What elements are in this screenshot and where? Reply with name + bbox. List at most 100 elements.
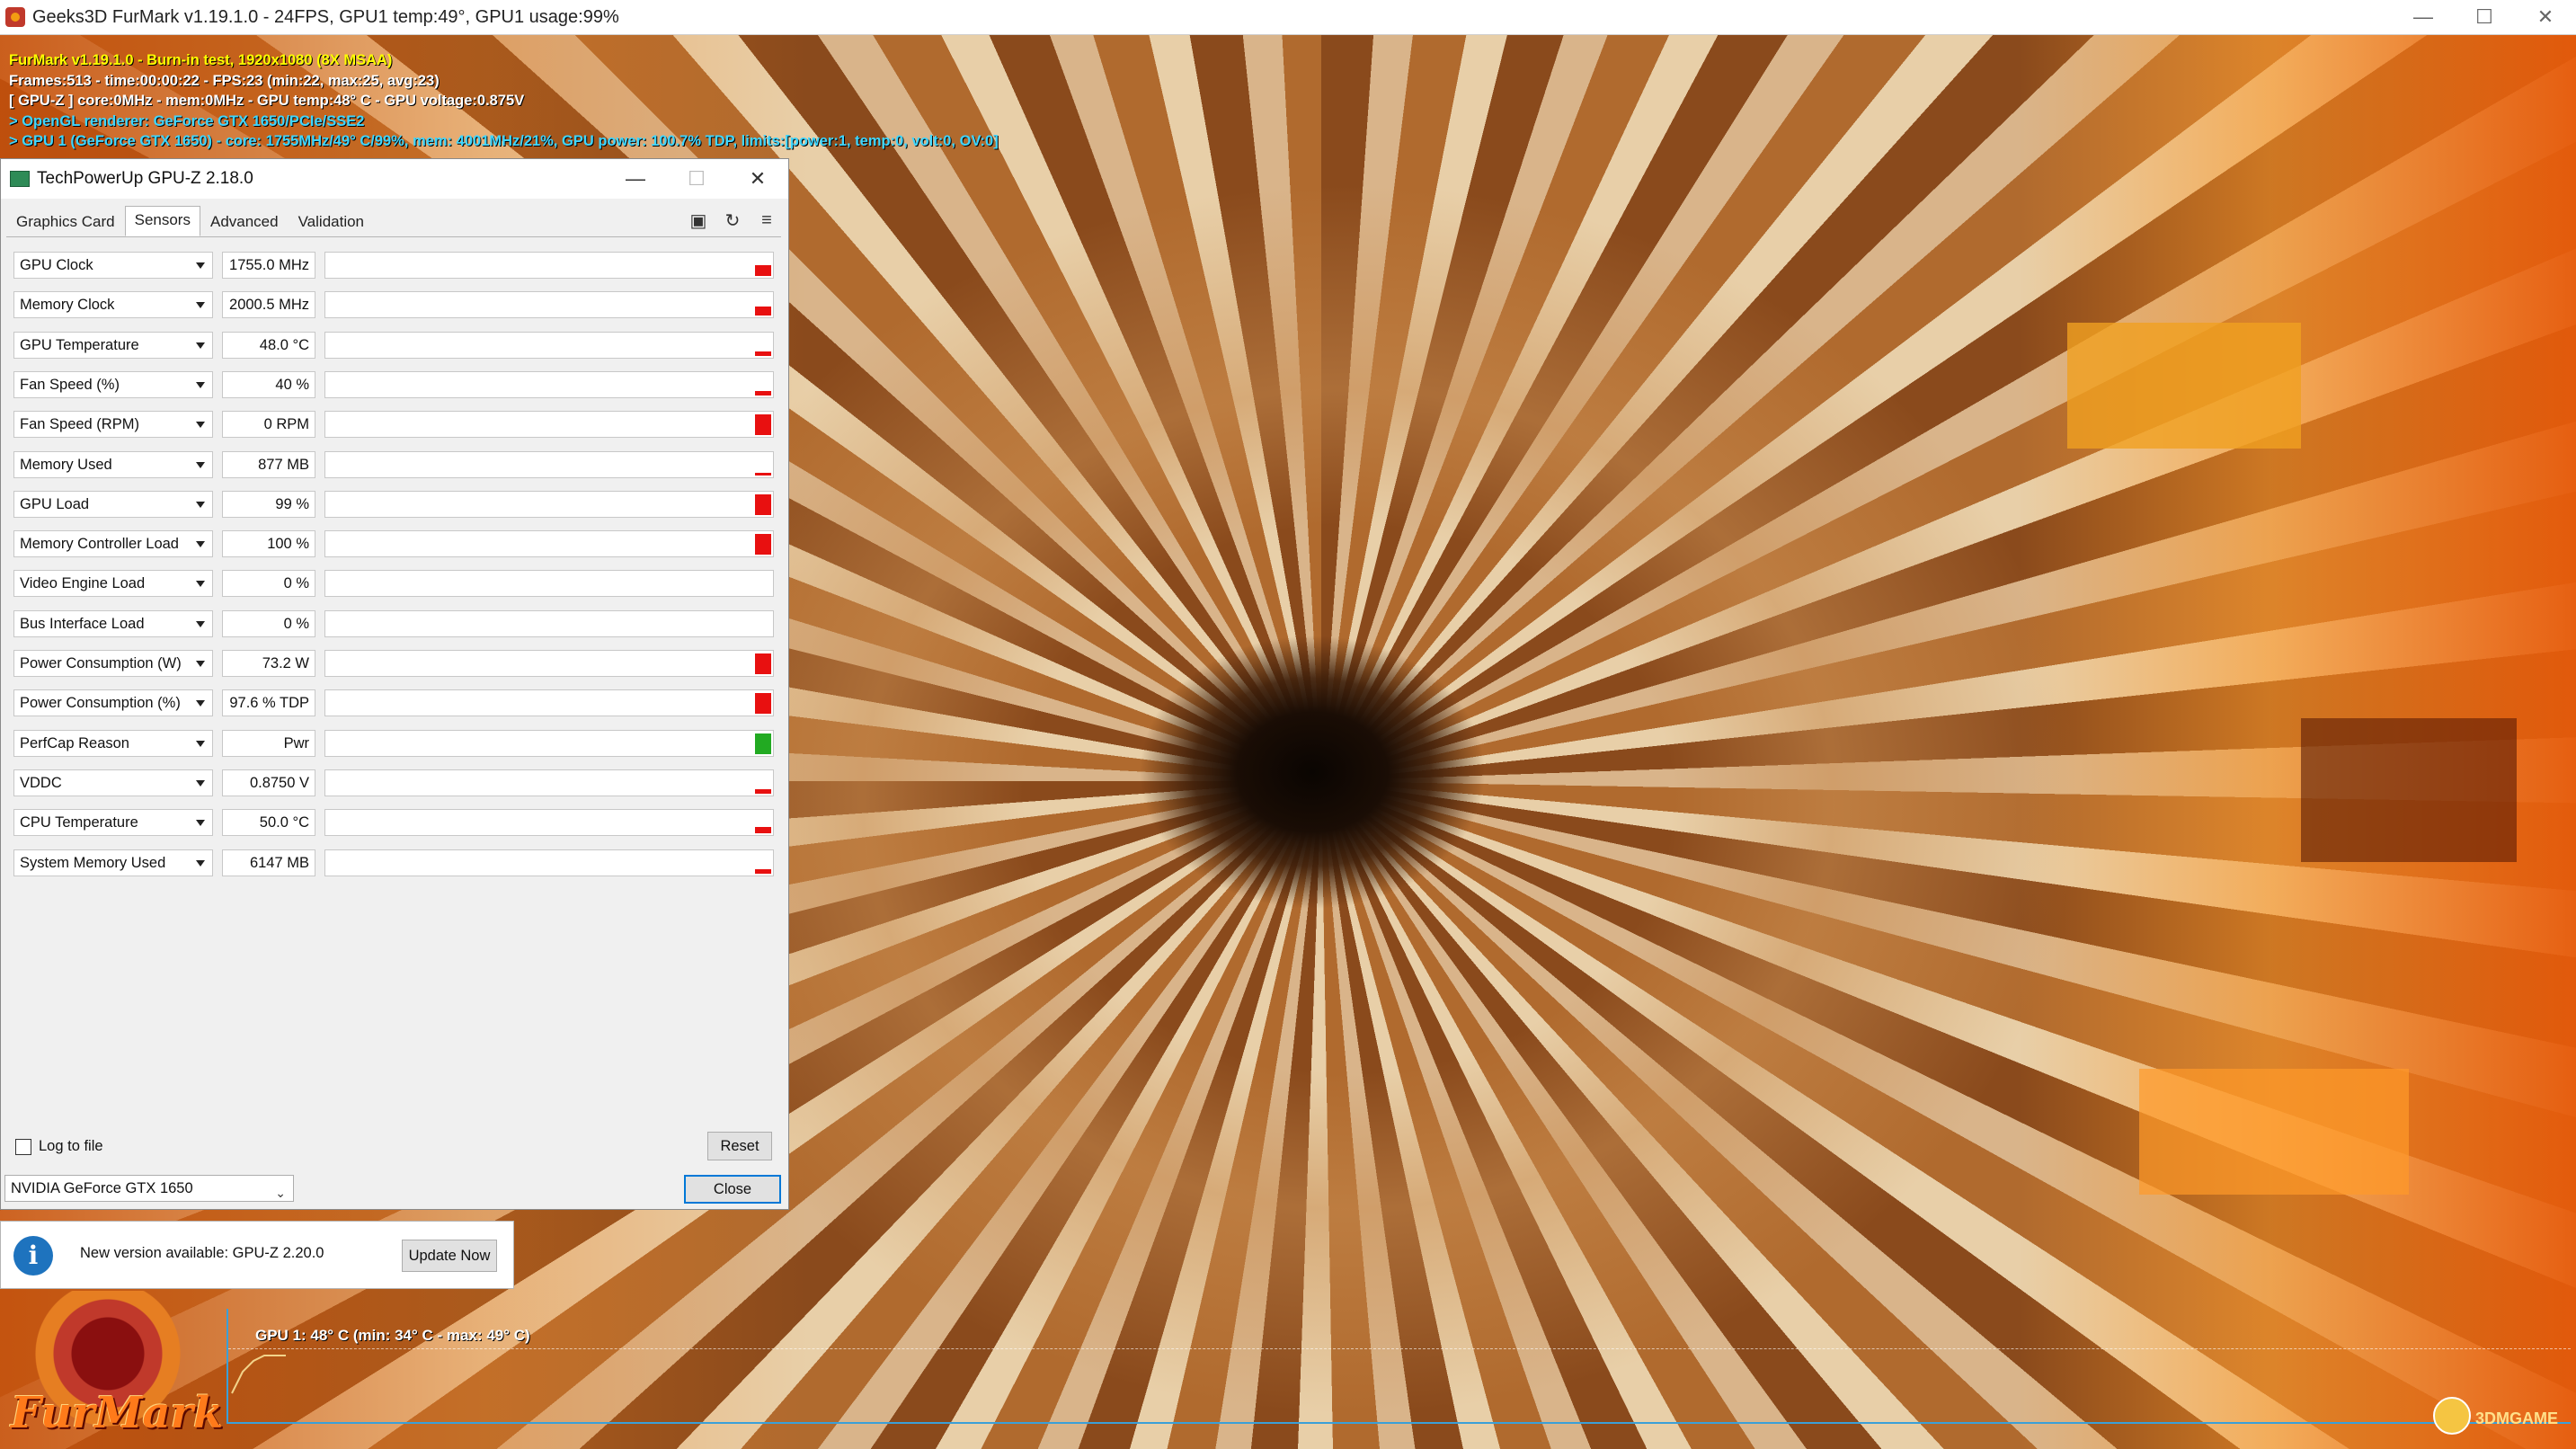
sensor-select[interactable]: Video Engine Load	[13, 570, 213, 598]
sensor-row: PerfCap Reason Pwr	[13, 729, 774, 759]
gpuz-close-button[interactable]: ✕	[727, 159, 788, 199]
furmark-osd: FurMark v1.19.1.0 - Burn-in test, 1920x1…	[9, 50, 999, 152]
minimize-button[interactable]: —	[2393, 0, 2454, 34]
sensor-label: GPU Load	[20, 495, 90, 512]
sensor-row: CPU Temperature 50.0 °C	[13, 809, 774, 838]
dropdown-arrow-icon	[196, 581, 205, 588]
scene-patch	[2067, 323, 2301, 449]
gpuz-minimize-button[interactable]: —	[605, 159, 666, 199]
sensor-row: GPU Clock 1755.0 MHz	[13, 252, 774, 280]
dropdown-arrow-icon	[196, 541, 205, 548]
temperature-graph: GPU 1: 48° C (min: 34° C - max: 49° C)	[227, 1309, 2571, 1424]
update-now-button[interactable]: Update Now	[402, 1240, 497, 1272]
sensor-graph	[324, 729, 774, 757]
sensor-value: 50.0 °C	[222, 809, 315, 837]
sensor-graph	[324, 252, 774, 279]
osd-line-frames: Frames:513 - time:00:00:22 - FPS:23 (min…	[9, 72, 440, 89]
sensor-graph-bar	[755, 390, 771, 396]
sensor-graph-bar	[755, 472, 771, 476]
menu-icon[interactable]: ≡	[754, 208, 779, 233]
dropdown-arrow-icon	[196, 779, 205, 787]
sensor-value: 6147 MB	[222, 849, 315, 876]
refresh-icon[interactable]: ↻	[720, 208, 745, 233]
sensor-graph-bar	[755, 534, 771, 556]
log-to-file-row[interactable]: Log to file	[15, 1138, 103, 1155]
gpuz-tabs: Graphics Card Sensors Advanced Validation	[6, 206, 374, 236]
sensor-value: 0.8750 V	[222, 769, 315, 796]
gpuz-title-bar[interactable]: TechPowerUp GPU-Z 2.18.0 — ☐ ✕	[1, 159, 788, 199]
sensor-select[interactable]: GPU Temperature	[13, 331, 213, 359]
sensor-row: VDDC 0.8750 V	[13, 769, 774, 798]
sensor-select[interactable]: CPU Temperature	[13, 809, 213, 837]
sensor-label: GPU Clock	[20, 257, 93, 273]
gpuz-app-icon	[10, 171, 30, 187]
sensor-select[interactable]: VDDC	[13, 769, 213, 796]
sensor-graph-bar	[755, 693, 771, 715]
sensor-value: 48.0 °C	[222, 331, 315, 359]
reset-button[interactable]: Reset	[707, 1132, 772, 1160]
sensors-panel: GPU Clock 1755.0 MHz Memory Clock 2000.5 MH…	[6, 236, 781, 1118]
sensor-select[interactable]: Fan Speed (%)	[13, 370, 213, 398]
sensor-row: Fan Speed (%) 40 %	[13, 370, 774, 400]
dropdown-arrow-icon	[196, 501, 205, 508]
dropdown-arrow-icon	[196, 661, 205, 667]
update-notice: i New version available: GPU-Z 2.20.0 Up…	[0, 1221, 514, 1289]
sensor-select[interactable]: GPU Load	[13, 490, 213, 518]
temperature-trace	[231, 1355, 286, 1394]
tab-graphics-card[interactable]: Graphics Card	[6, 208, 125, 236]
sensor-label: Memory Controller Load	[20, 536, 179, 553]
sensor-row: Bus Interface Load 0 %	[13, 609, 774, 639]
maximize-button[interactable]: ☐	[2454, 0, 2515, 34]
sensor-graph-bar	[755, 733, 771, 754]
log-to-file-label: Log to file	[39, 1138, 103, 1154]
osd-line-gpu1: > GPU 1 (GeForce GTX 1650) - core: 1755M…	[9, 133, 999, 149]
sensor-label: Bus Interface Load	[20, 615, 145, 632]
osd-line-gpuz: [ GPU-Z ] core:0MHz - mem:0MHz - GPU tem…	[9, 93, 525, 109]
dropdown-arrow-icon	[196, 740, 205, 747]
gpuz-window: TechPowerUp GPU-Z 2.18.0 — ☐ ✕ Graphics …	[0, 158, 789, 1210]
sensor-select[interactable]: GPU Clock	[13, 252, 213, 279]
sensor-value: 877 MB	[222, 450, 315, 478]
tab-advanced[interactable]: Advanced	[200, 208, 289, 236]
sensor-graph	[324, 769, 774, 796]
window-title: Geeks3D FurMark v1.19.1.0 - 24FPS, GPU1 …	[32, 6, 619, 27]
gpu-select-dropdown[interactable]: NVIDIA GeForce GTX 1650 ⌄	[4, 1175, 294, 1202]
sensor-select[interactable]: Memory Used	[13, 450, 213, 478]
sensor-value: 97.6 % TDP	[222, 689, 315, 717]
sensor-value: 99 %	[222, 490, 315, 518]
sensor-select[interactable]: Power Consumption (%)	[13, 689, 213, 717]
sensor-select[interactable]: Memory Controller Load	[13, 530, 213, 558]
sensor-select[interactable]: System Memory Used	[13, 849, 213, 876]
sensor-row: Memory Clock 2000.5 MHz	[13, 291, 774, 320]
dropdown-arrow-icon	[196, 342, 205, 349]
sensor-graph-bar	[755, 351, 771, 356]
tab-sensors[interactable]: Sensors	[124, 206, 200, 236]
sensor-select[interactable]: Bus Interface Load	[13, 609, 213, 637]
furmark-app-icon	[5, 7, 25, 27]
close-window-button[interactable]: ✕	[2515, 0, 2576, 34]
gpuz-maximize-button[interactable]: ☐	[666, 159, 727, 199]
sensor-graph	[324, 370, 774, 398]
log-to-file-checkbox[interactable]	[15, 1138, 31, 1155]
sensor-graph	[324, 689, 774, 717]
sensor-value: 0 %	[222, 570, 315, 598]
info-icon: i	[13, 1236, 53, 1276]
sensor-graph-bar	[755, 788, 771, 794]
tab-validation[interactable]: Validation	[289, 208, 374, 236]
sensor-row: Video Engine Load 0 %	[13, 570, 774, 599]
sensor-graph-bar	[755, 493, 771, 515]
camera-icon[interactable]: ▣	[686, 208, 711, 233]
osd-line-renderer: > OpenGL renderer: GeForce GTX 1650/PCIe…	[9, 112, 365, 129]
osd-line-benchmark: FurMark v1.19.1.0 - Burn-in test, 1920x1…	[9, 52, 393, 68]
sensor-select[interactable]: PerfCap Reason	[13, 729, 213, 757]
sensor-select[interactable]: Memory Clock	[13, 291, 213, 319]
scene-patch	[2301, 718, 2517, 862]
sensor-label: Memory Clock	[20, 297, 115, 314]
dropdown-arrow-icon	[196, 262, 205, 269]
sensor-value: 100 %	[222, 530, 315, 558]
sensor-select[interactable]: Fan Speed (RPM)	[13, 411, 213, 439]
sensor-select[interactable]: Power Consumption (W)	[13, 650, 213, 677]
close-button[interactable]: Close	[684, 1175, 781, 1204]
furmark-title-bar[interactable]: Geeks3D FurMark v1.19.1.0 - 24FPS, GPU1 …	[0, 0, 2576, 35]
sensor-graph-bar	[755, 265, 771, 276]
